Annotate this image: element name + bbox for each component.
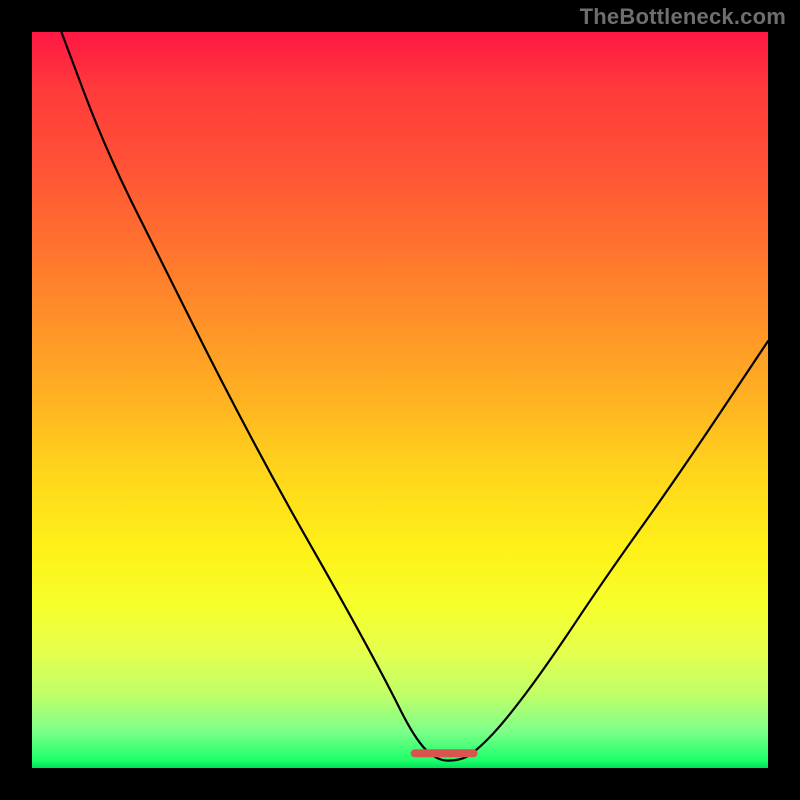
- watermark-text: TheBottleneck.com: [580, 4, 786, 30]
- bottleneck-curve: [61, 32, 768, 761]
- plot-area: [32, 32, 768, 768]
- curve-layer: [32, 32, 768, 768]
- chart-frame: TheBottleneck.com: [0, 0, 800, 800]
